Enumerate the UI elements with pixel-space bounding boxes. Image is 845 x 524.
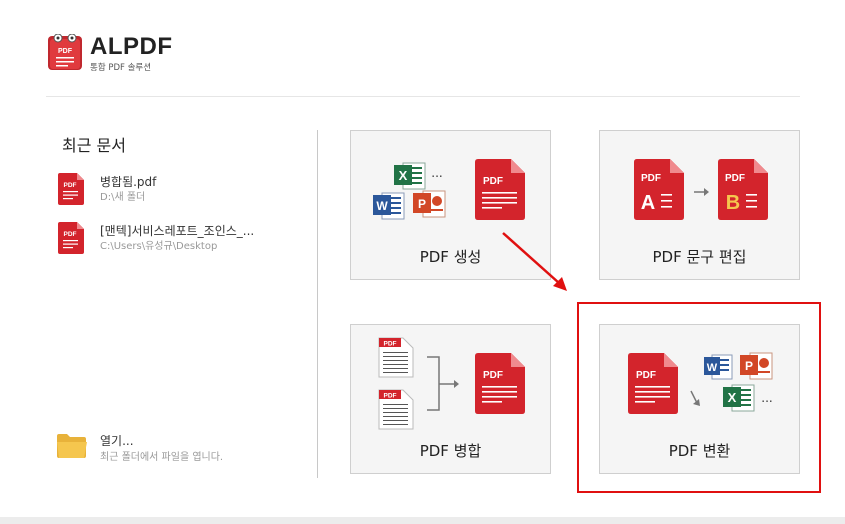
recent-doc-path: D:\새 폴더	[100, 192, 146, 203]
pdf-large-icon: PDF	[475, 159, 525, 220]
pdf-merge-tile[interactable]: PDF PDF PDF PDF 병합	[350, 324, 551, 474]
annotation-arrow-icon	[502, 232, 567, 291]
pdf-edit-label: PDF 문구 편집	[652, 248, 747, 266]
pdf-edit-tile[interactable]: PDF A PDF B PDF 문구 편집	[599, 130, 800, 280]
recent-doc-path: C:\Users\유성규\Desktop	[100, 241, 218, 252]
header-divider	[46, 96, 800, 97]
open-file-button[interactable]: 열기... 최근 폴더에서 파일을 엽니다.	[56, 432, 296, 466]
excel-letter: X	[399, 168, 408, 183]
bottom-bar	[0, 517, 845, 524]
word-icon: W	[373, 192, 405, 220]
pdf-letter: PDF	[483, 176, 503, 187]
pdf-b-icon: PDF B	[718, 159, 768, 220]
folder-icon	[57, 434, 87, 458]
recent-doc-item[interactable]: PDF 병합됨.pdf D:\새 폴더	[58, 173, 308, 209]
open-description: 최근 폴더에서 파일을 엽니다.	[100, 452, 224, 463]
word-letter: W	[376, 199, 388, 213]
powerpoint-icon: P	[413, 190, 446, 218]
pdf-letter: PDF	[384, 393, 397, 400]
vertical-divider	[317, 130, 318, 478]
app-subtitle: 통합 PDF 솔루션	[90, 63, 152, 73]
open-label: 열기...	[100, 434, 134, 448]
pdf-letter: PDF	[384, 341, 397, 348]
pdf-page-icon: PDF	[378, 337, 414, 378]
logo-text: PDF	[58, 48, 73, 55]
pdf-file-icon: PDF	[58, 173, 84, 205]
pdf-letter: PDF	[641, 173, 661, 184]
pdf-icon-text: PDF	[64, 182, 77, 189]
alpdf-logo-icon: PDF	[48, 34, 82, 70]
ppt-letter: P	[418, 197, 426, 211]
pdf-a-icon: PDF A	[634, 159, 684, 220]
merge-bracket-icon	[427, 356, 454, 411]
more-ellipsis: ...	[431, 166, 442, 180]
recent-documents-title: 최근 문서	[62, 136, 126, 155]
excel-icon: X	[394, 162, 426, 190]
pdf-edit-illustration: PDF A PDF B	[634, 159, 768, 220]
pdf-large-icon: PDF	[475, 353, 525, 414]
arrow-right-icon	[694, 188, 709, 196]
letter-b: B	[726, 192, 740, 214]
pdf-page-icon: PDF	[378, 389, 414, 430]
recent-doc-item[interactable]: PDF [맨텍]서비스레포트_조인스_... C:\Users\유성규\Desk…	[58, 222, 308, 258]
letter-a: A	[641, 192, 655, 214]
pdf-merge-label: PDF 병합	[419, 442, 482, 460]
pdf-file-icon: PDF	[58, 222, 84, 254]
app-title: ALPDF	[90, 33, 173, 60]
highlight-box	[577, 302, 821, 493]
pdf-letter: PDF	[483, 370, 503, 381]
pdf-merge-illustration: PDF PDF PDF	[378, 337, 525, 430]
pdf-letter: PDF	[725, 173, 745, 184]
pdf-icon-text: PDF	[64, 231, 77, 238]
